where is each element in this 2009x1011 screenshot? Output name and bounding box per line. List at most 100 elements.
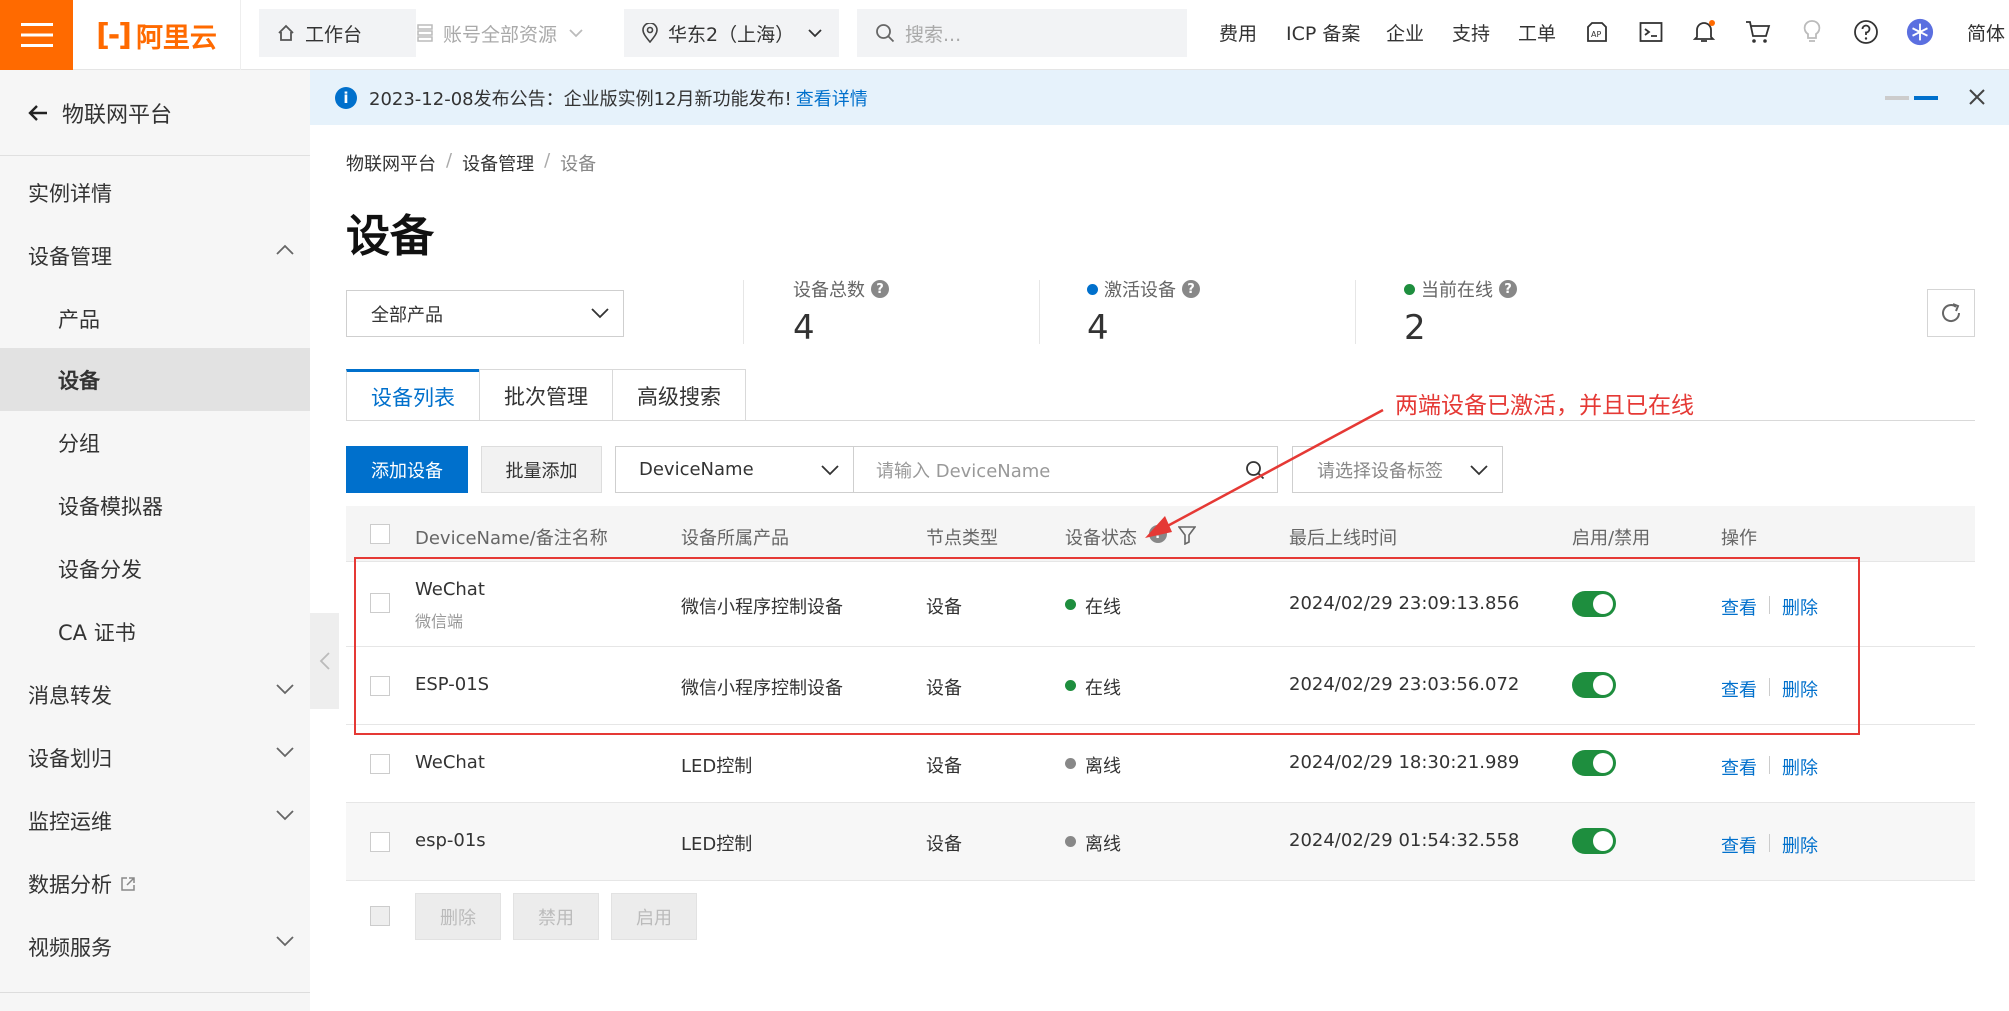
footer-select-all-checkbox[interactable]	[370, 906, 390, 926]
add-device-button[interactable]: 添加设备	[346, 446, 468, 493]
carousel-dot-active[interactable]	[1914, 96, 1938, 100]
device-name[interactable]: esp-01s	[415, 830, 486, 851]
sidebar-item-monitor[interactable]: 监控运维	[0, 789, 310, 852]
select-all-checkbox[interactable]	[370, 524, 390, 544]
delete-link[interactable]: 删除	[1782, 832, 1818, 858]
top-link-ticket[interactable]: 工单	[1518, 0, 1556, 64]
stat-online-devices: 当前在线? 2	[1404, 276, 1517, 348]
carousel-dot[interactable]	[1885, 96, 1909, 100]
chevron-down-icon	[569, 28, 583, 38]
search-icon[interactable]	[1245, 460, 1265, 480]
help-icon[interactable]: ?	[871, 280, 889, 298]
sidebar-item-label: 产品	[58, 307, 100, 332]
search-field-value: DeviceName	[639, 459, 754, 480]
sidebar-item-data-analysis[interactable]: 数据分析	[0, 852, 310, 915]
menu-icon[interactable]	[0, 0, 73, 70]
region-label: 华东2（上海）	[668, 23, 795, 46]
top-bar: [-] 阿里云 工作台 账号全部资源 华东2（上海） 搜索... 费用 ICP …	[0, 0, 2009, 70]
api-icon[interactable]: AP	[1583, 18, 1611, 46]
announcement-bar: i 2023-12-08发布公告：企业版实例12月新功能发布! 查看详情	[310, 70, 2009, 125]
language-switch[interactable]: 简体	[1967, 0, 2005, 64]
sidebar-collapse-toggle[interactable]	[310, 613, 339, 709]
sidebar-item-distribution[interactable]: 设备分发	[0, 537, 310, 600]
aliyun-logo[interactable]: [-] 阿里云	[73, 0, 241, 70]
help-icon[interactable]: ?	[1499, 280, 1517, 298]
device-product[interactable]: LED控制	[681, 830, 752, 856]
view-link[interactable]: 查看	[1721, 754, 1757, 780]
stat-label: 当前在线	[1421, 280, 1493, 301]
device-search-input[interactable]: 请输入 DeviceName	[854, 446, 1278, 493]
batch-add-button[interactable]: 批量添加	[481, 446, 602, 493]
sidebar-item-message-forward[interactable]: 消息转发	[0, 663, 310, 726]
batch-delete-button[interactable]: 删除	[415, 893, 501, 940]
view-link[interactable]: 查看	[1721, 832, 1757, 858]
action-separator	[1769, 834, 1770, 852]
search-field-select[interactable]: DeviceName	[615, 446, 854, 493]
sidebar-item-video[interactable]: 视频服务	[0, 915, 310, 978]
table-row: esp-01s LED控制 设备 离线 2024/02/29 01:54:32.…	[346, 803, 1975, 881]
sidebar-item-simulator[interactable]: 设备模拟器	[0, 474, 310, 537]
sidebar-item-group[interactable]: 分组	[0, 411, 310, 474]
sidebar-item-ca-cert[interactable]: CA 证书	[0, 600, 310, 663]
search-icon	[875, 23, 895, 43]
sidebar-item-label: 设备	[58, 368, 100, 393]
batch-disable-button[interactable]: 禁用	[513, 893, 599, 940]
sidebar-item-instance-detail[interactable]: 实例详情	[0, 161, 310, 224]
device-product[interactable]: LED控制	[681, 752, 752, 778]
row-checkbox[interactable]	[370, 832, 390, 852]
batch-enable-button[interactable]: 启用	[611, 893, 697, 940]
sidebar-back[interactable]: 物联网平台	[0, 70, 310, 156]
sidebar-item-device[interactable]: 设备	[0, 348, 310, 411]
help-icon[interactable]: ?	[1182, 280, 1200, 298]
device-name[interactable]: WeChat	[415, 752, 485, 773]
tab-underline	[346, 420, 1975, 421]
enable-toggle[interactable]	[1572, 828, 1616, 854]
close-icon[interactable]	[1968, 88, 1986, 106]
user-avatar[interactable]	[1906, 18, 1934, 46]
sidebar-item-label: 视频服务	[28, 935, 112, 960]
bell-icon[interactable]	[1690, 18, 1718, 46]
lightbulb-icon[interactable]	[1798, 18, 1826, 46]
top-link-icp[interactable]: ICP 备案	[1286, 0, 1360, 64]
tab-device-list[interactable]: 设备列表	[346, 369, 480, 421]
help-icon[interactable]: ?	[1149, 525, 1167, 543]
sidebar-item-label: CA 证书	[58, 620, 136, 645]
workbench-button[interactable]: 工作台	[259, 9, 416, 57]
cart-icon[interactable]	[1744, 18, 1772, 46]
breadcrumb-current: 设备	[560, 154, 597, 175]
chevron-up-icon	[276, 244, 294, 256]
sidebar-item-device-management[interactable]: 设备管理	[0, 224, 310, 287]
node-type: 设备	[926, 834, 962, 855]
enable-toggle[interactable]	[1572, 750, 1616, 776]
chevron-down-icon	[1470, 464, 1488, 476]
filter-icon[interactable]	[1178, 525, 1196, 545]
tab-batch-management[interactable]: 批次管理	[479, 369, 613, 421]
top-link-enterprise[interactable]: 企业	[1386, 0, 1424, 64]
row-checkbox[interactable]	[370, 754, 390, 774]
sidebar-item-label: 分组	[58, 431, 100, 456]
breadcrumb-item[interactable]: 物联网平台	[346, 150, 436, 176]
stat-value: 4	[1087, 308, 1109, 348]
sidebar-item-label: 设备分发	[58, 557, 142, 582]
sidebar-item-device-assign[interactable]: 设备划归	[0, 726, 310, 789]
refresh-button[interactable]	[1927, 289, 1975, 337]
resource-selector[interactable]: 账号全部资源	[417, 9, 598, 57]
delete-link[interactable]: 删除	[1782, 754, 1818, 780]
region-selector[interactable]: 华东2（上海）	[624, 9, 839, 57]
sidebar-item-product[interactable]: 产品	[0, 287, 310, 350]
top-link-support[interactable]: 支持	[1452, 0, 1490, 64]
product-filter-select[interactable]: 全部产品	[346, 290, 624, 337]
stat-label: 设备总数	[793, 280, 865, 301]
announcement-link[interactable]: 查看详情	[796, 85, 868, 111]
status-text: 离线	[1085, 756, 1121, 777]
column-header: DeviceName/备注名称	[415, 528, 608, 549]
tab-advanced-search[interactable]: 高级搜索	[612, 369, 746, 421]
global-search-input[interactable]: 搜索...	[857, 9, 1187, 57]
top-link-fee[interactable]: 费用	[1219, 0, 1257, 64]
breadcrumb-item[interactable]: 设备管理	[462, 150, 534, 176]
sidebar-item-label: 实例详情	[28, 181, 112, 206]
help-icon[interactable]	[1852, 18, 1880, 46]
terminal-icon[interactable]	[1637, 18, 1665, 46]
device-tag-select[interactable]: 请选择设备标签	[1292, 446, 1503, 493]
announcement-text: 2023-12-08发布公告：企业版实例12月新功能发布!	[369, 88, 792, 110]
